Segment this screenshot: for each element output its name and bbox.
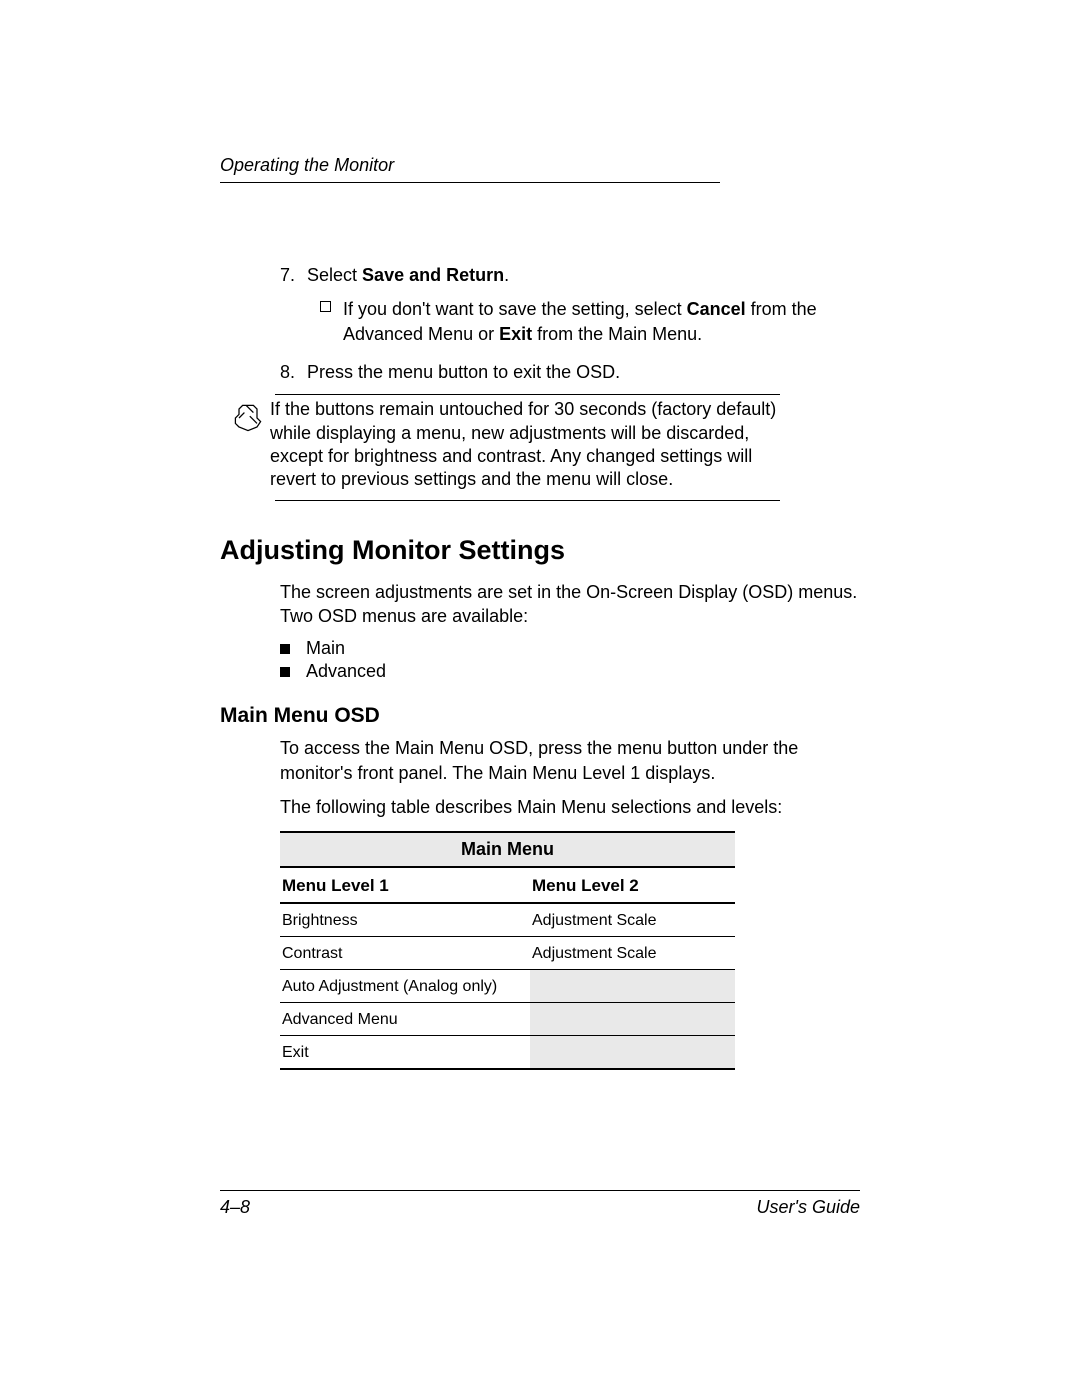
heading-main-menu-osd: Main Menu OSD <box>220 704 860 728</box>
table-header-col2: Menu Level 2 <box>530 868 735 902</box>
note-text: If the buttons remain untouched for 30 s… <box>270 398 780 492</box>
table-cell: Brightness <box>280 904 530 936</box>
page-footer: 4–8 User's Guide <box>220 1190 860 1218</box>
main-menu-osd-p1: To access the Main Menu OSD, press the m… <box>280 736 860 785</box>
table-row: Advanced Menu <box>280 1003 735 1036</box>
sub-b2: Exit <box>499 324 532 344</box>
table-row: Contrast Adjustment Scale <box>280 937 735 970</box>
intro-paragraph: The screen adjustments are set in the On… <box>280 580 860 629</box>
note-hand-icon <box>230 398 270 492</box>
table-cell: Adjustment Scale <box>530 937 735 969</box>
table-cell-empty <box>530 1003 735 1035</box>
table-cell: Adjustment Scale <box>530 904 735 936</box>
footer-title: User's Guide <box>757 1197 860 1218</box>
step-7-bold: Save and Return <box>362 265 504 285</box>
list-item: Main <box>280 638 860 659</box>
table-header-col1: Menu Level 1 <box>280 868 530 902</box>
step-7-subitem: If you don't want to save the setting, s… <box>320 297 860 346</box>
table-title: Main Menu <box>280 833 735 868</box>
table-cell: Contrast <box>280 937 530 969</box>
bullet-list: Main Advanced <box>280 638 860 682</box>
table-cell: Advanced Menu <box>280 1003 530 1035</box>
step-7-text-suffix: . <box>504 265 509 285</box>
table-row: Auto Adjustment (Analog only) <box>280 970 735 1003</box>
table-cell-empty <box>530 1036 735 1068</box>
main-menu-osd-p2: The following table describes Main Menu … <box>280 795 860 819</box>
checkbox-bullet-icon <box>320 301 331 312</box>
sub-p3: from the Main Menu. <box>532 324 702 344</box>
table-cell-empty <box>530 970 735 1002</box>
heading-adjusting-monitor-settings: Adjusting Monitor Settings <box>220 535 860 566</box>
sub-p1: If you don't want to save the setting, s… <box>343 299 687 319</box>
main-menu-table: Main Menu Menu Level 1 Menu Level 2 Brig… <box>280 831 735 1070</box>
step-8-text: Press the menu button to exit the OSD. <box>307 362 620 382</box>
note-rule-bottom <box>275 500 780 501</box>
list-item-label: Advanced <box>306 661 386 682</box>
page-number: 4–8 <box>220 1197 250 1218</box>
body-column: 7. Select Save and Return. If you don't … <box>280 263 860 384</box>
table-row: Exit <box>280 1036 735 1070</box>
list-item: Advanced <box>280 661 860 682</box>
running-head: Operating the Monitor <box>220 155 720 183</box>
step-7-number: 7. <box>280 263 302 287</box>
step-8-number: 8. <box>280 360 302 384</box>
square-bullet-icon <box>280 644 290 654</box>
table-cell: Auto Adjustment (Analog only) <box>280 970 530 1002</box>
page-content: Operating the Monitor 7. Select Save and… <box>220 155 860 1070</box>
step-7: 7. Select Save and Return. <box>280 263 860 287</box>
step-7-text-prefix: Select <box>307 265 362 285</box>
step-7-subitem-text: If you don't want to save the setting, s… <box>343 297 860 346</box>
sub-b1: Cancel <box>687 299 746 319</box>
table-row: Brightness Adjustment Scale <box>280 904 735 937</box>
note-block: If the buttons remain untouched for 30 s… <box>220 394 860 501</box>
square-bullet-icon <box>280 667 290 677</box>
table-header-row: Menu Level 1 Menu Level 2 <box>280 868 735 904</box>
footer-rule <box>220 1190 860 1191</box>
list-item-label: Main <box>306 638 345 659</box>
table-cell: Exit <box>280 1036 530 1068</box>
step-8: 8. Press the menu button to exit the OSD… <box>280 360 860 384</box>
